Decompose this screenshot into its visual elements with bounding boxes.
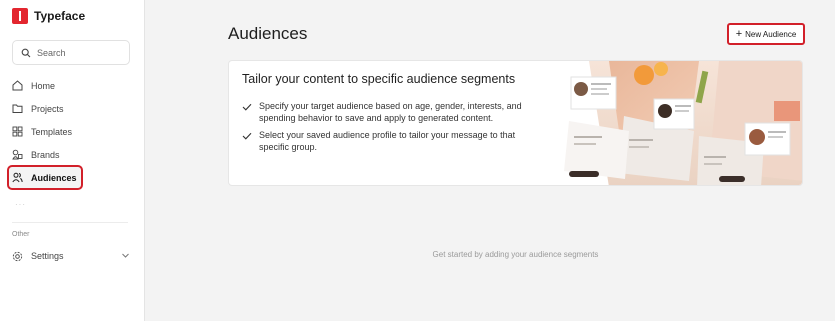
- brands-icon: [12, 149, 23, 160]
- plus-icon: +: [735, 27, 743, 40]
- sidebar-item-label: Brands: [31, 149, 60, 160]
- check-icon: [242, 103, 252, 111]
- sidebar-divider: [12, 222, 128, 223]
- audience-info-card: Tailor your content to specific audience…: [228, 60, 803, 186]
- folder-icon: [12, 104, 23, 113]
- brand-name: Typeface: [34, 9, 86, 23]
- sidebar: Typeface Home Projects Templates Brands …: [0, 0, 145, 321]
- feature-text: Specify your target audience based on ag…: [259, 101, 522, 123]
- gear-icon: [12, 251, 23, 261]
- feature-text: Select your saved audience profile to ta…: [259, 130, 516, 152]
- sidebar-item-label: Audiences: [31, 172, 77, 183]
- card-title: Tailor your content to specific audience…: [242, 72, 516, 86]
- feature-list: Specify your target audience based on ag…: [242, 100, 542, 158]
- typeface-logo: [12, 8, 28, 24]
- sidebar-nav: Home Projects Templates Brands Audiences: [7, 74, 134, 190]
- search-input[interactable]: [37, 47, 117, 58]
- sidebar-item-home[interactable]: Home: [8, 74, 134, 97]
- sidebar-item-settings[interactable]: Settings: [8, 245, 134, 267]
- chevron-down-icon[interactable]: [121, 251, 130, 260]
- sidebar-item-label: Home: [31, 80, 56, 91]
- sidebar-item-audiences[interactable]: Audiences: [7, 165, 83, 190]
- home-icon: [12, 80, 23, 91]
- search-icon: [21, 48, 31, 57]
- sidebar-item-label: Projects: [31, 103, 64, 114]
- sidebar-item-brands[interactable]: Brands: [8, 143, 134, 166]
- sidebar-item-templates[interactable]: Templates: [8, 120, 134, 143]
- grid-icon: [12, 126, 23, 137]
- sidebar-item-label: Settings: [31, 251, 64, 261]
- search-box[interactable]: [12, 40, 130, 65]
- empty-state-message: Get started by adding your audience segm…: [432, 250, 599, 259]
- list-item: Specify your target audience based on ag…: [242, 100, 542, 124]
- audience-illustration: [549, 61, 802, 185]
- sidebar-item-projects[interactable]: Projects: [8, 97, 134, 120]
- list-item: Select your saved audience profile to ta…: [242, 129, 542, 153]
- new-audience-button[interactable]: + New Audience: [727, 23, 805, 45]
- other-section-label: Other: [12, 231, 30, 238]
- users-icon: [12, 172, 23, 183]
- collapsed-more-indicator: ···: [15, 200, 26, 209]
- audience-collage-image: [549, 61, 802, 185]
- page-title: Audiences: [228, 24, 308, 43]
- check-icon: [242, 132, 252, 140]
- sidebar-item-label: Templates: [31, 126, 73, 137]
- brand[interactable]: Typeface: [12, 8, 85, 24]
- new-audience-label: New Audience: [745, 29, 797, 39]
